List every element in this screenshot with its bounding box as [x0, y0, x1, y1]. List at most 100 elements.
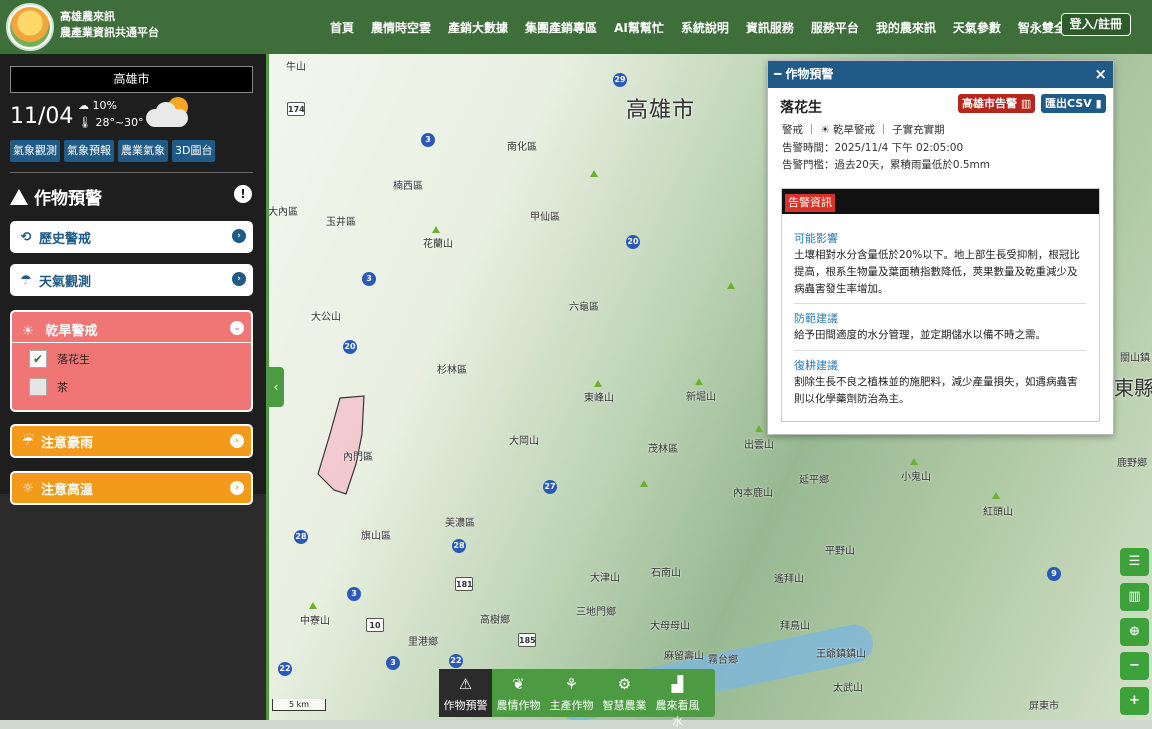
- plant-icon: ❦: [512, 675, 525, 693]
- tab-3d-map[interactable]: 3D圖台: [172, 140, 216, 162]
- nav-group-zone[interactable]: 集團產銷專區: [525, 19, 597, 36]
- map-label: 關山鎮: [1120, 353, 1150, 364]
- map-label: 屏東市: [1029, 701, 1059, 712]
- city-alert-button[interactable]: 高雄市告警 ▥: [958, 94, 1036, 113]
- map-label: 東縣: [1114, 376, 1152, 400]
- nav-service-platform[interactable]: 服務平台: [811, 19, 859, 36]
- drought-icon: ☀: [820, 124, 830, 136]
- drought-divider: [12, 342, 251, 343]
- toolbar-crop-status[interactable]: ❦ 農情作物: [492, 669, 545, 717]
- impact-section: 可能影響 土壤相對水分含量低於20%以下。地上部生長受抑制，根冠比提高，根系生物…: [794, 230, 1086, 298]
- highway-shield-icon: 27: [543, 480, 557, 494]
- map-label: 內門區: [343, 452, 373, 463]
- map-label: 石南山: [651, 568, 681, 579]
- menu-rain-label: 注意豪雨: [41, 435, 94, 451]
- nav-big-data[interactable]: 產銷大數據: [448, 19, 508, 36]
- menu-weather-obs-label: 天氣觀測: [39, 274, 92, 290]
- mountain-icon: [727, 282, 735, 289]
- highlighted-district-shape[interactable]: [316, 394, 366, 498]
- map-label: 遙拜山: [774, 574, 804, 585]
- chevron-right-icon: ›: [230, 434, 244, 448]
- menu-history-alert[interactable]: ⟲ 歷史警戒 ›: [10, 221, 253, 253]
- info-icon[interactable]: !: [234, 185, 252, 203]
- nav-system-guide[interactable]: 系統說明: [681, 19, 729, 36]
- warning-icon: ⚠: [458, 675, 473, 693]
- layer-list-button[interactable]: ☰: [1120, 548, 1149, 576]
- crop-option-peanut[interactable]: ✔ 落花生: [29, 350, 90, 368]
- sidebar-map-background: [0, 494, 266, 720]
- close-icon[interactable]: ×: [1094, 61, 1107, 88]
- toolbar-fengshui[interactable]: ▟ 農來看風水: [651, 669, 704, 728]
- partly-cloudy-icon: [146, 97, 190, 129]
- highway-shield-icon: 9: [1047, 567, 1061, 581]
- growth-stage: 子實充實期: [892, 124, 945, 136]
- collapse-panel-button[interactable]: ‹: [268, 367, 284, 407]
- checkbox-checked[interactable]: ✔: [29, 350, 47, 368]
- main-nav: 首頁 農情時空雲 產銷大數據 集團產銷專區 AI幫幫忙 系統說明 資訊服務 服務…: [330, 0, 1083, 54]
- nav-weather-params[interactable]: 天氣參數: [953, 19, 1001, 36]
- mountain-icon: [992, 492, 1000, 499]
- temperature-range: 28°~30°: [95, 116, 144, 129]
- map-icon: ▥: [1128, 589, 1141, 604]
- chevron-right-icon: ›: [230, 481, 244, 495]
- tab-weather-observation[interactable]: 氣象觀測: [10, 140, 60, 162]
- logo-mascot-icon: [10, 7, 50, 47]
- crop-option-label: 茶: [57, 381, 68, 394]
- basemap-button[interactable]: ▥: [1120, 583, 1149, 611]
- nav-info-service[interactable]: 資訊服務: [746, 19, 794, 36]
- nav-home[interactable]: 首頁: [330, 19, 354, 36]
- chevron-right-icon: ›: [232, 229, 246, 243]
- map-label: 出雲山: [744, 440, 774, 451]
- left-panel: 高雄市 11/04 ☁ 10% 🌡 28°~30° 氣象觀測 氣象預報 農業氣象…: [0, 54, 266, 720]
- cloud-rain-icon: ☂: [20, 272, 32, 288]
- nav-farm-cloud[interactable]: 農情時空雲: [371, 19, 431, 36]
- map-label: 東峰山: [584, 393, 614, 404]
- alert-time-label: 告警時間：: [782, 142, 835, 154]
- thermometer-icon: 🌡: [78, 116, 92, 129]
- menu-high-temp[interactable]: ☼ 注意高溫 ›: [10, 471, 253, 505]
- section-divider: [794, 350, 1086, 351]
- brand-title[interactable]: 高雄農來訊 農產業資訊共通平台: [60, 9, 159, 41]
- chevron-right-icon: ›: [232, 272, 246, 286]
- export-csv-button[interactable]: 匯出CSV ▮: [1041, 94, 1106, 113]
- rain-icon: ☔: [22, 433, 34, 449]
- mountain-icon: [594, 380, 602, 387]
- mountain-icon: [309, 602, 317, 609]
- zoom-out-button[interactable]: −: [1120, 652, 1149, 680]
- checkbox-unchecked[interactable]: [29, 378, 47, 396]
- sidebar-divider: [10, 172, 253, 173]
- crop-option-tea[interactable]: 茶: [29, 378, 68, 396]
- site-logo[interactable]: [6, 3, 54, 51]
- weather-summary: ☁ 10% 🌡 28°~30°: [78, 97, 144, 131]
- highway-shield-icon: 28: [452, 539, 466, 553]
- menu-weather-observation[interactable]: ☂ 天氣觀測 ›: [10, 264, 253, 296]
- map-label: 茂林區: [648, 444, 678, 455]
- login-button[interactable]: 登入/註冊: [1060, 13, 1131, 36]
- map-label: 六龜區: [569, 302, 599, 313]
- city-selector[interactable]: 高雄市: [10, 66, 253, 93]
- nav-my-account[interactable]: 我的農來訊: [876, 19, 936, 36]
- meta-separator: ｜: [878, 124, 889, 136]
- mountain-icon: [910, 458, 918, 465]
- map-label: 延平鄉: [799, 475, 829, 486]
- toolbar-main-crops[interactable]: ⚘ 主產作物: [545, 669, 598, 717]
- toolbar-crop-warning[interactable]: ⚠ 作物預警: [439, 669, 492, 717]
- tab-weather-forecast[interactable]: 氣象預報: [64, 140, 114, 162]
- alert-threshold-value: 過去20天，累積雨量低於0.5mm: [834, 159, 991, 171]
- export-csv-label: 匯出CSV: [1045, 97, 1092, 110]
- map-label: 大內區: [268, 207, 298, 218]
- drought-alert-header[interactable]: ☀ 乾旱警戒 ⌄: [12, 312, 251, 339]
- nav-ai-help[interactable]: AI幫幫忙: [614, 19, 664, 36]
- toolbar-label: 農情作物: [496, 699, 541, 712]
- road-marker-icon: 10: [366, 618, 384, 632]
- zoom-in-button[interactable]: +: [1120, 687, 1149, 715]
- highway-shield-icon: 20: [626, 235, 640, 249]
- toolbar-label: 主產作物: [549, 699, 594, 712]
- nav-zhiyong[interactable]: 智永雙全: [1018, 19, 1066, 36]
- toolbar-smart-agri[interactable]: ⚙ 智慧農業: [598, 669, 651, 717]
- menu-heavy-rain[interactable]: ☔ 注意豪雨 ›: [10, 424, 253, 458]
- locate-button[interactable]: ⊕: [1120, 618, 1149, 646]
- crop-warning-popup: ━ 作物預警 × 落花生 高雄市告警 ▥ 匯出CSV ▮ 警戒 ｜ ☀ 乾旱警戒…: [767, 60, 1114, 435]
- alert-level: 警戒: [782, 124, 803, 136]
- tab-agri-weather[interactable]: 農業氣象: [118, 140, 168, 162]
